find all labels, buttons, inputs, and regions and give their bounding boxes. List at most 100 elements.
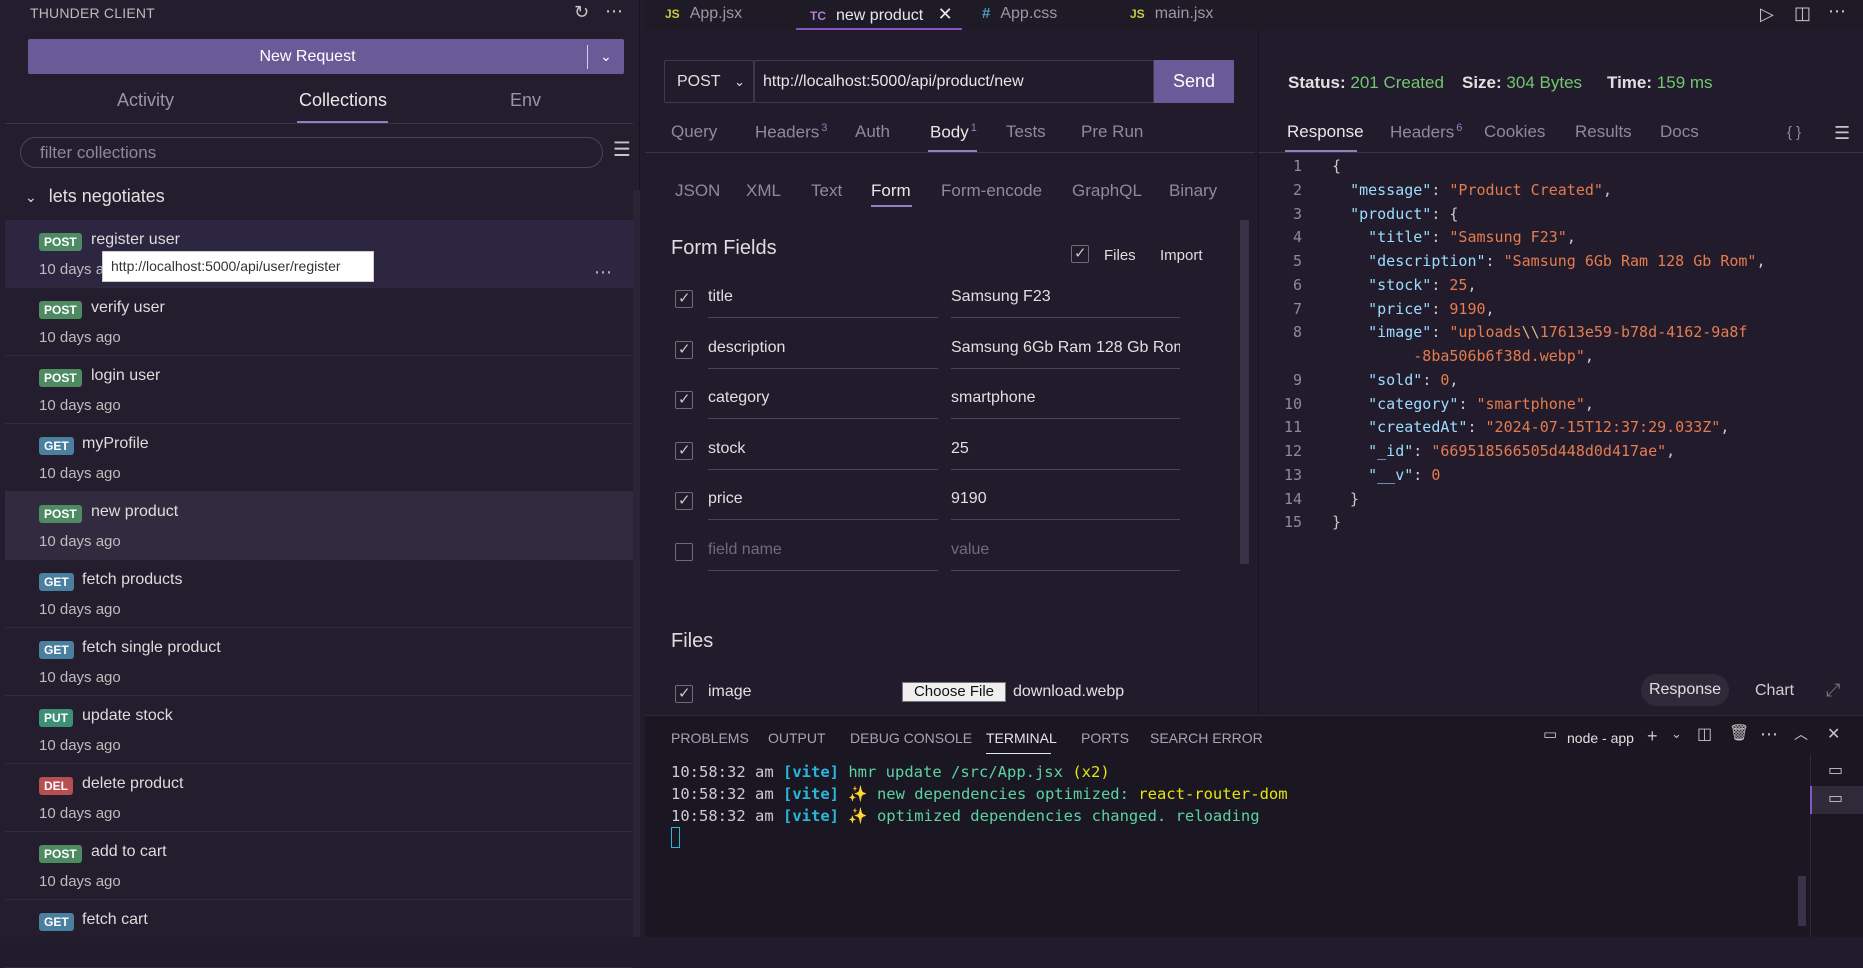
method-select[interactable]: POST ⌄ <box>664 60 754 103</box>
close-icon[interactable]: ✕ <box>938 4 953 24</box>
body-tab-json[interactable]: JSON <box>675 181 720 201</box>
sidebar-scrollbar[interactable] <box>633 190 640 937</box>
tab-collections[interactable]: Collections <box>299 90 387 111</box>
run-icon[interactable]: ▷ <box>1760 5 1774 23</box>
refresh-icon[interactable]: ↻ <box>574 3 589 21</box>
request-item[interactable]: GET fetch single product 10 days ago <box>5 628 633 696</box>
editor-tab-app-css[interactable]: # App.css <box>982 0 1057 30</box>
new-field-name-input[interactable]: field name <box>708 541 938 571</box>
chevron-down-icon[interactable]: ⌄ <box>1671 727 1682 740</box>
field-checkbox[interactable] <box>675 390 693 409</box>
body-scrollbar[interactable] <box>1240 220 1249 564</box>
request-item[interactable]: POST add to cart 10 days ago <box>5 832 633 900</box>
request-item[interactable]: POST new product 10 days ago <box>5 492 633 560</box>
field-value-input[interactable]: Samsung F23 <box>951 288 1180 318</box>
field-name-input[interactable]: category <box>708 389 938 419</box>
body-tab-xml[interactable]: XML <box>746 181 781 201</box>
choose-file-button[interactable]: Choose File <box>902 682 1006 702</box>
maximize-panel-icon[interactable]: ︿ <box>1794 727 1808 741</box>
terminal-scrollbar[interactable] <box>1798 876 1806 926</box>
tab-auth[interactable]: Auth <box>855 122 890 142</box>
tab-cookies[interactable]: Cookies <box>1484 122 1545 142</box>
field-checkbox[interactable] <box>675 543 693 561</box>
field-checkbox[interactable] <box>675 441 693 460</box>
more-actions-icon[interactable]: ⋯ <box>1760 725 1778 743</box>
editor-tab-main-jsx[interactable]: JS main.jsx <box>1130 0 1213 30</box>
split-editor-icon[interactable]: ◫ <box>1794 4 1811 22</box>
files-checkbox[interactable] <box>1071 244 1089 263</box>
tab-tests[interactable]: Tests <box>1006 122 1046 142</box>
panel-tab-output[interactable]: OUTPUT <box>768 730 826 746</box>
editor-tab-new-product[interactable]: TC new product ✕ <box>796 0 962 30</box>
field-value-input[interactable]: 25 <box>951 440 1180 470</box>
split-terminal-icon[interactable]: ◫ <box>1697 727 1712 743</box>
request-more-icon[interactable]: ⋯ <box>594 262 613 283</box>
panel-tab-debug-console[interactable]: DEBUG CONSOLE <box>850 730 972 746</box>
request-item[interactable]: GET myProfile 10 days ago <box>5 424 633 492</box>
body-tab-form[interactable]: Form <box>871 181 911 201</box>
field-value-input[interactable]: smartphone <box>951 389 1180 419</box>
body-tab-form-encode[interactable]: Form-encode <box>941 181 1042 201</box>
expand-icon[interactable]: ⤢ <box>1826 681 1840 699</box>
tab-pre-run[interactable]: Pre Run <box>1081 122 1143 142</box>
tab-env[interactable]: Env <box>510 90 541 111</box>
more-actions-icon[interactable]: ⋯ <box>605 2 623 20</box>
body-tab-graphql[interactable]: GraphQL <box>1072 181 1142 201</box>
field-checkbox[interactable] <box>675 491 693 510</box>
wrap-lines-icon[interactable]: ☰ <box>1834 124 1850 142</box>
send-button[interactable]: Send <box>1154 60 1234 103</box>
tab-response-headers[interactable]: Headers 6 <box>1390 122 1462 143</box>
collection-folder[interactable]: ⌄ lets negotiates <box>25 186 165 207</box>
new-field-value-input[interactable]: value <box>951 541 1180 571</box>
tab-activity[interactable]: Activity <box>117 90 174 111</box>
braces-icon[interactable]: { } <box>1787 124 1801 141</box>
body-tab-binary[interactable]: Binary <box>1169 181 1217 201</box>
terminal-name[interactable]: node - app <box>1567 730 1634 746</box>
field-checkbox[interactable] <box>675 289 693 308</box>
panel-tab-problems[interactable]: PROBLEMS <box>671 730 749 746</box>
terminal-icon[interactable]: ▭ <box>1828 763 1843 779</box>
tab-body[interactable]: Body 1 <box>930 122 977 143</box>
new-request-button[interactable]: New Request ⌄ <box>28 39 624 74</box>
request-item[interactable]: PUT update stock 10 days ago <box>5 696 633 764</box>
editor-tab-app-jsx[interactable]: JS App.jsx <box>665 0 742 30</box>
chart-view-button[interactable]: Chart <box>1755 682 1794 700</box>
tab-results[interactable]: Results <box>1575 122 1632 142</box>
filter-collections-input[interactable]: filter collections <box>20 137 603 168</box>
request-item[interactable]: GET fetch products 10 days ago <box>5 560 633 628</box>
panel-tab-ports[interactable]: PORTS <box>1081 730 1129 746</box>
method-badge: POST <box>39 845 82 863</box>
field-name-input[interactable]: price <box>708 490 938 520</box>
trash-icon[interactable]: 🗑 <box>1729 726 1749 742</box>
chevron-down-icon[interactable]: ⌄ <box>588 48 624 65</box>
field-name-input[interactable]: description <box>708 339 938 369</box>
tab-response[interactable]: Response <box>1287 122 1364 142</box>
more-actions-icon[interactable]: ⋯ <box>1828 2 1846 20</box>
file-field-name[interactable]: image <box>708 683 888 713</box>
file-checkbox[interactable] <box>675 684 693 703</box>
field-value-input[interactable]: 9190 <box>951 490 1180 520</box>
request-item[interactable]: POST login user 10 days ago <box>5 356 633 424</box>
close-icon[interactable]: ✕ <box>1827 727 1840 743</box>
add-terminal-icon[interactable]: + <box>1647 727 1658 745</box>
terminal-icon[interactable]: ▭ <box>1828 791 1843 807</box>
field-checkbox[interactable] <box>675 340 693 359</box>
field-name-input[interactable]: stock <box>708 440 938 470</box>
url-input[interactable]: http://localhost:5000/api/product/new <box>754 60 1154 103</box>
import-button[interactable]: Import <box>1160 247 1203 264</box>
code-line: "product": { <box>1350 205 1459 223</box>
tab-docs[interactable]: Docs <box>1660 122 1699 142</box>
field-value-input[interactable]: Samsung 6Gb Ram 128 Gb Rom <box>951 339 1180 369</box>
request-item[interactable]: DEL delete product 10 days ago <box>5 764 633 832</box>
tab-headers[interactable]: Headers 3 <box>755 122 827 143</box>
field-name-input[interactable]: title <box>708 288 938 318</box>
response-view-button[interactable]: Response <box>1641 674 1729 706</box>
tab-query[interactable]: Query <box>671 122 717 142</box>
panel-tab-search-error[interactable]: SEARCH ERROR <box>1150 730 1263 746</box>
panel-tab-terminal[interactable]: TERMINAL <box>986 730 1057 746</box>
request-item[interactable]: GET fetch cart <box>5 900 633 968</box>
terminal-cursor <box>671 827 680 848</box>
request-item[interactable]: POST verify user 10 days ago <box>5 288 633 356</box>
menu-icon[interactable]: ☰ <box>613 140 631 160</box>
body-tab-text[interactable]: Text <box>811 181 842 201</box>
